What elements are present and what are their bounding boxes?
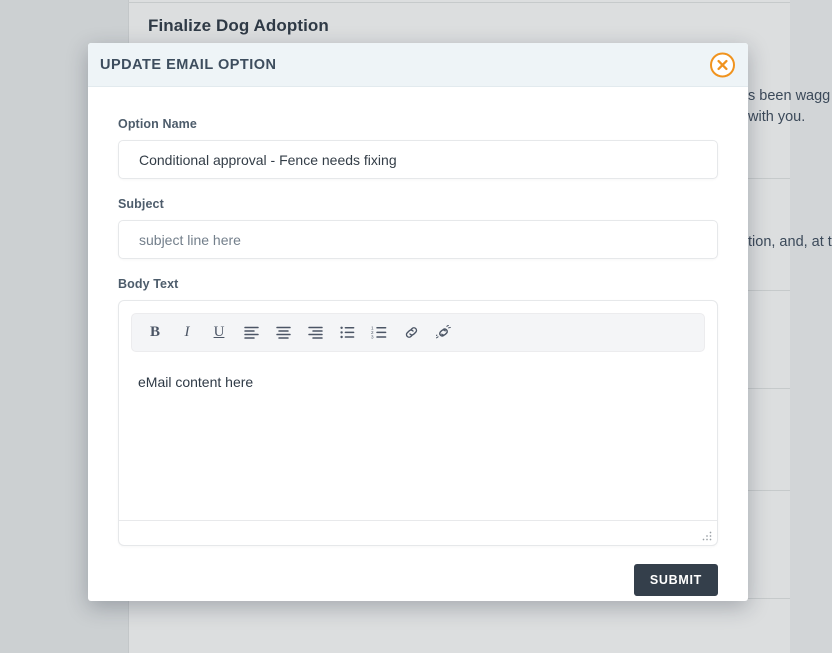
align-left-icon[interactable] [236, 318, 266, 348]
background-text-snippet: s been wagg [748, 88, 831, 104]
subject-input[interactable] [118, 220, 718, 259]
option-name-input[interactable] [118, 140, 718, 179]
option-name-label: Option Name [118, 117, 197, 131]
submit-button[interactable]: SUBMIT [633, 564, 718, 596]
bold-icon[interactable]: B [140, 318, 170, 348]
editor-toolbar: B I U 1 2 3 [131, 313, 705, 352]
resize-grip-icon[interactable] [701, 531, 712, 542]
editor-statusbar [119, 520, 717, 545]
modal-title: UPDATE EMAIL OPTION [100, 56, 277, 73]
subject-label: Subject [118, 197, 164, 211]
background-top-divider [128, 2, 790, 3]
background-text-snippet: tion, and, at t [748, 234, 832, 250]
underline-icon[interactable]: U [204, 318, 234, 348]
italic-icon[interactable]: I [172, 318, 202, 348]
background-text-snippet: with you. [748, 109, 806, 125]
modal-footer: SUBMIT [88, 546, 748, 601]
modal-body: Option Name Subject Body Text B I [88, 87, 748, 546]
rich-text-editor: B I U 1 2 3 eMail content here [118, 300, 718, 546]
align-center-icon[interactable] [268, 318, 298, 348]
body-text-field-group: Body Text B I U 1 2 3 eMail content here [118, 277, 718, 546]
unlink-icon[interactable] [428, 318, 458, 348]
close-icon[interactable] [710, 52, 735, 77]
ordered-list-icon[interactable]: 1 2 3 [364, 318, 394, 348]
link-icon[interactable] [396, 318, 426, 348]
page-title: Finalize Dog Adoption [148, 16, 329, 35]
align-right-icon[interactable] [300, 318, 330, 348]
update-email-option-modal: UPDATE EMAIL OPTION Option Name Subject … [88, 43, 748, 601]
body-text-label: Body Text [118, 277, 179, 291]
modal-header: UPDATE EMAIL OPTION [88, 43, 748, 87]
unordered-list-icon[interactable] [332, 318, 362, 348]
svg-text:3: 3 [371, 335, 374, 339]
option-name-field-group: Option Name [118, 117, 718, 179]
subject-field-group: Subject [118, 197, 718, 259]
body-text-editable-area[interactable]: eMail content here [119, 352, 717, 520]
